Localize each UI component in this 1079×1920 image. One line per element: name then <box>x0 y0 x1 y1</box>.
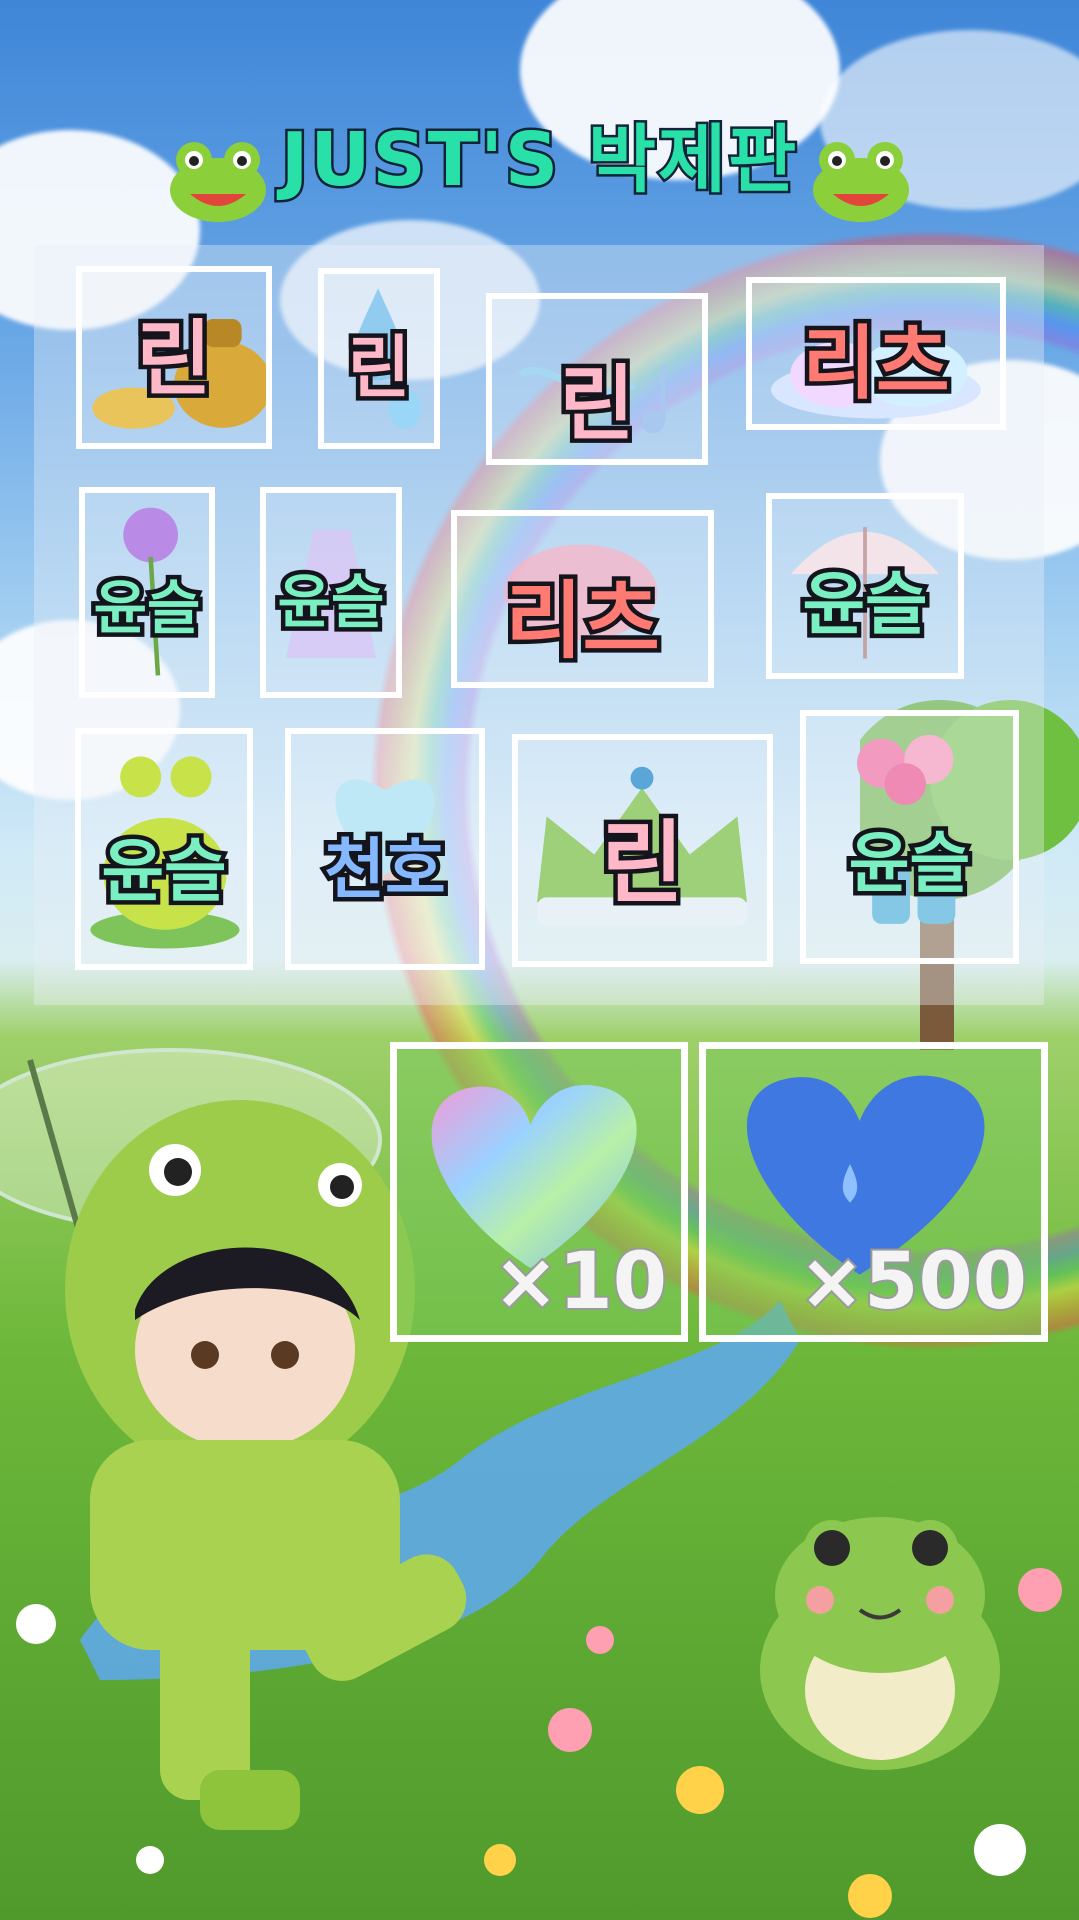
card-crown[interactable]: 린 <box>512 734 773 967</box>
card-heart-balloon[interactable]: 천호 <box>285 728 485 970</box>
title-text: JUST'S 박제판 <box>278 115 799 206</box>
frog-face-icon <box>813 141 910 222</box>
reward-multiplier: ×10 <box>491 1235 669 1329</box>
card-label: 린 <box>597 807 689 921</box>
card-label: 린 <box>555 353 639 457</box>
card-label: 윤슬 <box>798 562 932 650</box>
page-title: JUST'S 박제판 <box>0 100 1079 224</box>
card-label: 윤슬 <box>844 821 974 907</box>
reward-multiplier: ×500 <box>797 1235 1029 1329</box>
card-rose[interactable]: 윤슬 <box>79 487 215 698</box>
card-label: 천호 <box>320 827 450 913</box>
card-label: 윤슬 <box>97 829 231 917</box>
card-music-notes[interactable]: 린 <box>486 293 708 465</box>
card-pink-cloud[interactable]: 리츠 <box>451 510 714 688</box>
card-label: 린 <box>132 308 216 412</box>
card-label: 린 <box>343 325 415 413</box>
reward-rainbow-heart[interactable]: ×10 <box>390 1042 688 1342</box>
card-bouquet[interactable]: 윤슬 <box>800 710 1019 964</box>
card-label: 윤슬 <box>89 570 205 647</box>
card-label: 리츠 <box>798 313 954 415</box>
card-frog[interactable]: 윤슬 <box>75 728 253 970</box>
card-water-drop[interactable]: 린 <box>318 268 440 449</box>
flower-field-decor <box>16 1568 1062 1918</box>
frog-face-icon <box>169 141 266 222</box>
card-label: 윤슬 <box>273 564 389 641</box>
card-kettle[interactable]: 린 <box>76 266 272 449</box>
reward-blue-heart[interactable]: ×500 <box>699 1042 1048 1342</box>
card-dress[interactable]: 윤슬 <box>260 487 402 698</box>
card-label: 리츠 <box>501 568 665 675</box>
card-cloud[interactable]: 리츠 <box>746 277 1006 430</box>
card-umbrella[interactable]: 윤슬 <box>766 493 964 679</box>
